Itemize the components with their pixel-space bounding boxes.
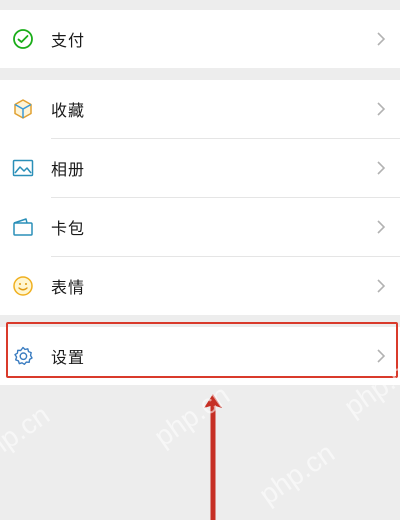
gear-icon: [11, 344, 35, 368]
pay-group: 支付: [0, 10, 400, 68]
favorites-cube-icon: [11, 97, 35, 121]
watermark-text: php.cn: [253, 436, 341, 511]
pay-icon: [11, 27, 35, 51]
chevron-right-icon: [374, 102, 388, 116]
album-picture-icon: [11, 156, 35, 180]
card-wallet-icon: [11, 215, 35, 239]
chevron-right-icon: [374, 32, 388, 46]
menu-item-favorites[interactable]: 收藏: [0, 80, 400, 138]
menu-item-favorites-label: 收藏: [51, 101, 86, 120]
wechat-me-menu-screen: 支付 收藏 相册 卡包 表情 设置 php.cn php.cn php.cn p…: [0, 0, 400, 520]
menu-item-stickers-label: 表情: [51, 278, 86, 297]
menu-item-cards[interactable]: 卡包: [0, 198, 400, 256]
chevron-right-icon: [374, 349, 388, 363]
chevron-right-icon: [374, 220, 388, 234]
watermark-text: php.cn: [148, 378, 236, 453]
settings-group: 设置: [0, 327, 400, 385]
menu-item-settings[interactable]: 设置: [0, 327, 400, 385]
menu-item-album-label: 相册: [51, 160, 86, 179]
section-gap: [0, 315, 400, 327]
section-gap: [0, 68, 400, 80]
chevron-right-icon: [374, 279, 388, 293]
chevron-right-icon: [374, 161, 388, 175]
menu-item-pay[interactable]: 支付: [0, 10, 400, 68]
annotation-arrow-up-icon: [204, 394, 222, 520]
watermark-text: php.cn: [0, 398, 56, 473]
menu-item-album[interactable]: 相册: [0, 139, 400, 197]
top-spacer: [0, 0, 400, 10]
menu-item-stickers[interactable]: 表情: [0, 257, 400, 315]
menu-item-pay-label: 支付: [51, 31, 86, 50]
menu-item-cards-label: 卡包: [51, 219, 86, 238]
features-group: 收藏 相册 卡包 表情: [0, 80, 400, 315]
smiley-icon: [11, 274, 35, 298]
menu-item-settings-label: 设置: [51, 348, 86, 367]
